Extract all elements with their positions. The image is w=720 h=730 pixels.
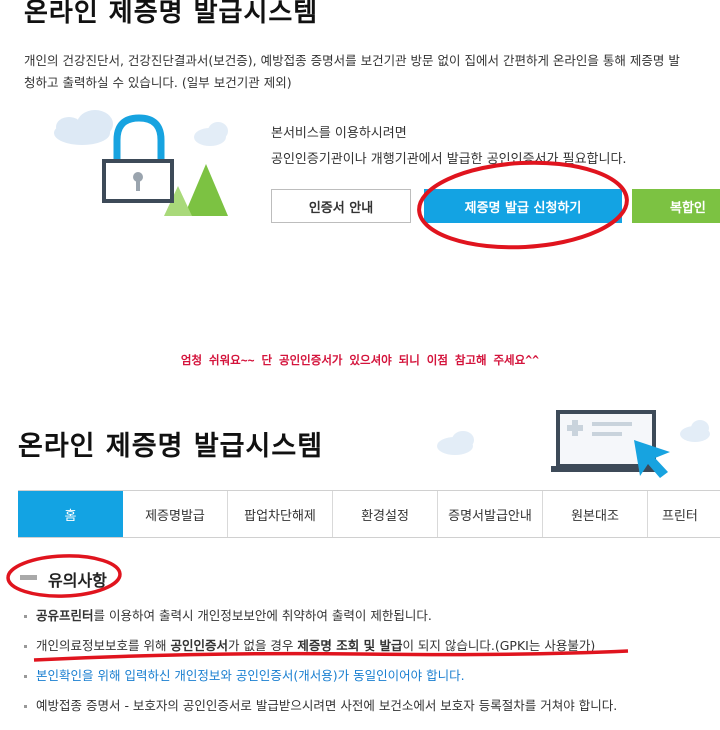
red-annotation-marks (6, 160, 629, 662)
annotation-circle (6, 554, 122, 598)
annotation-underline (33, 649, 629, 662)
annotation-circle (417, 160, 629, 250)
